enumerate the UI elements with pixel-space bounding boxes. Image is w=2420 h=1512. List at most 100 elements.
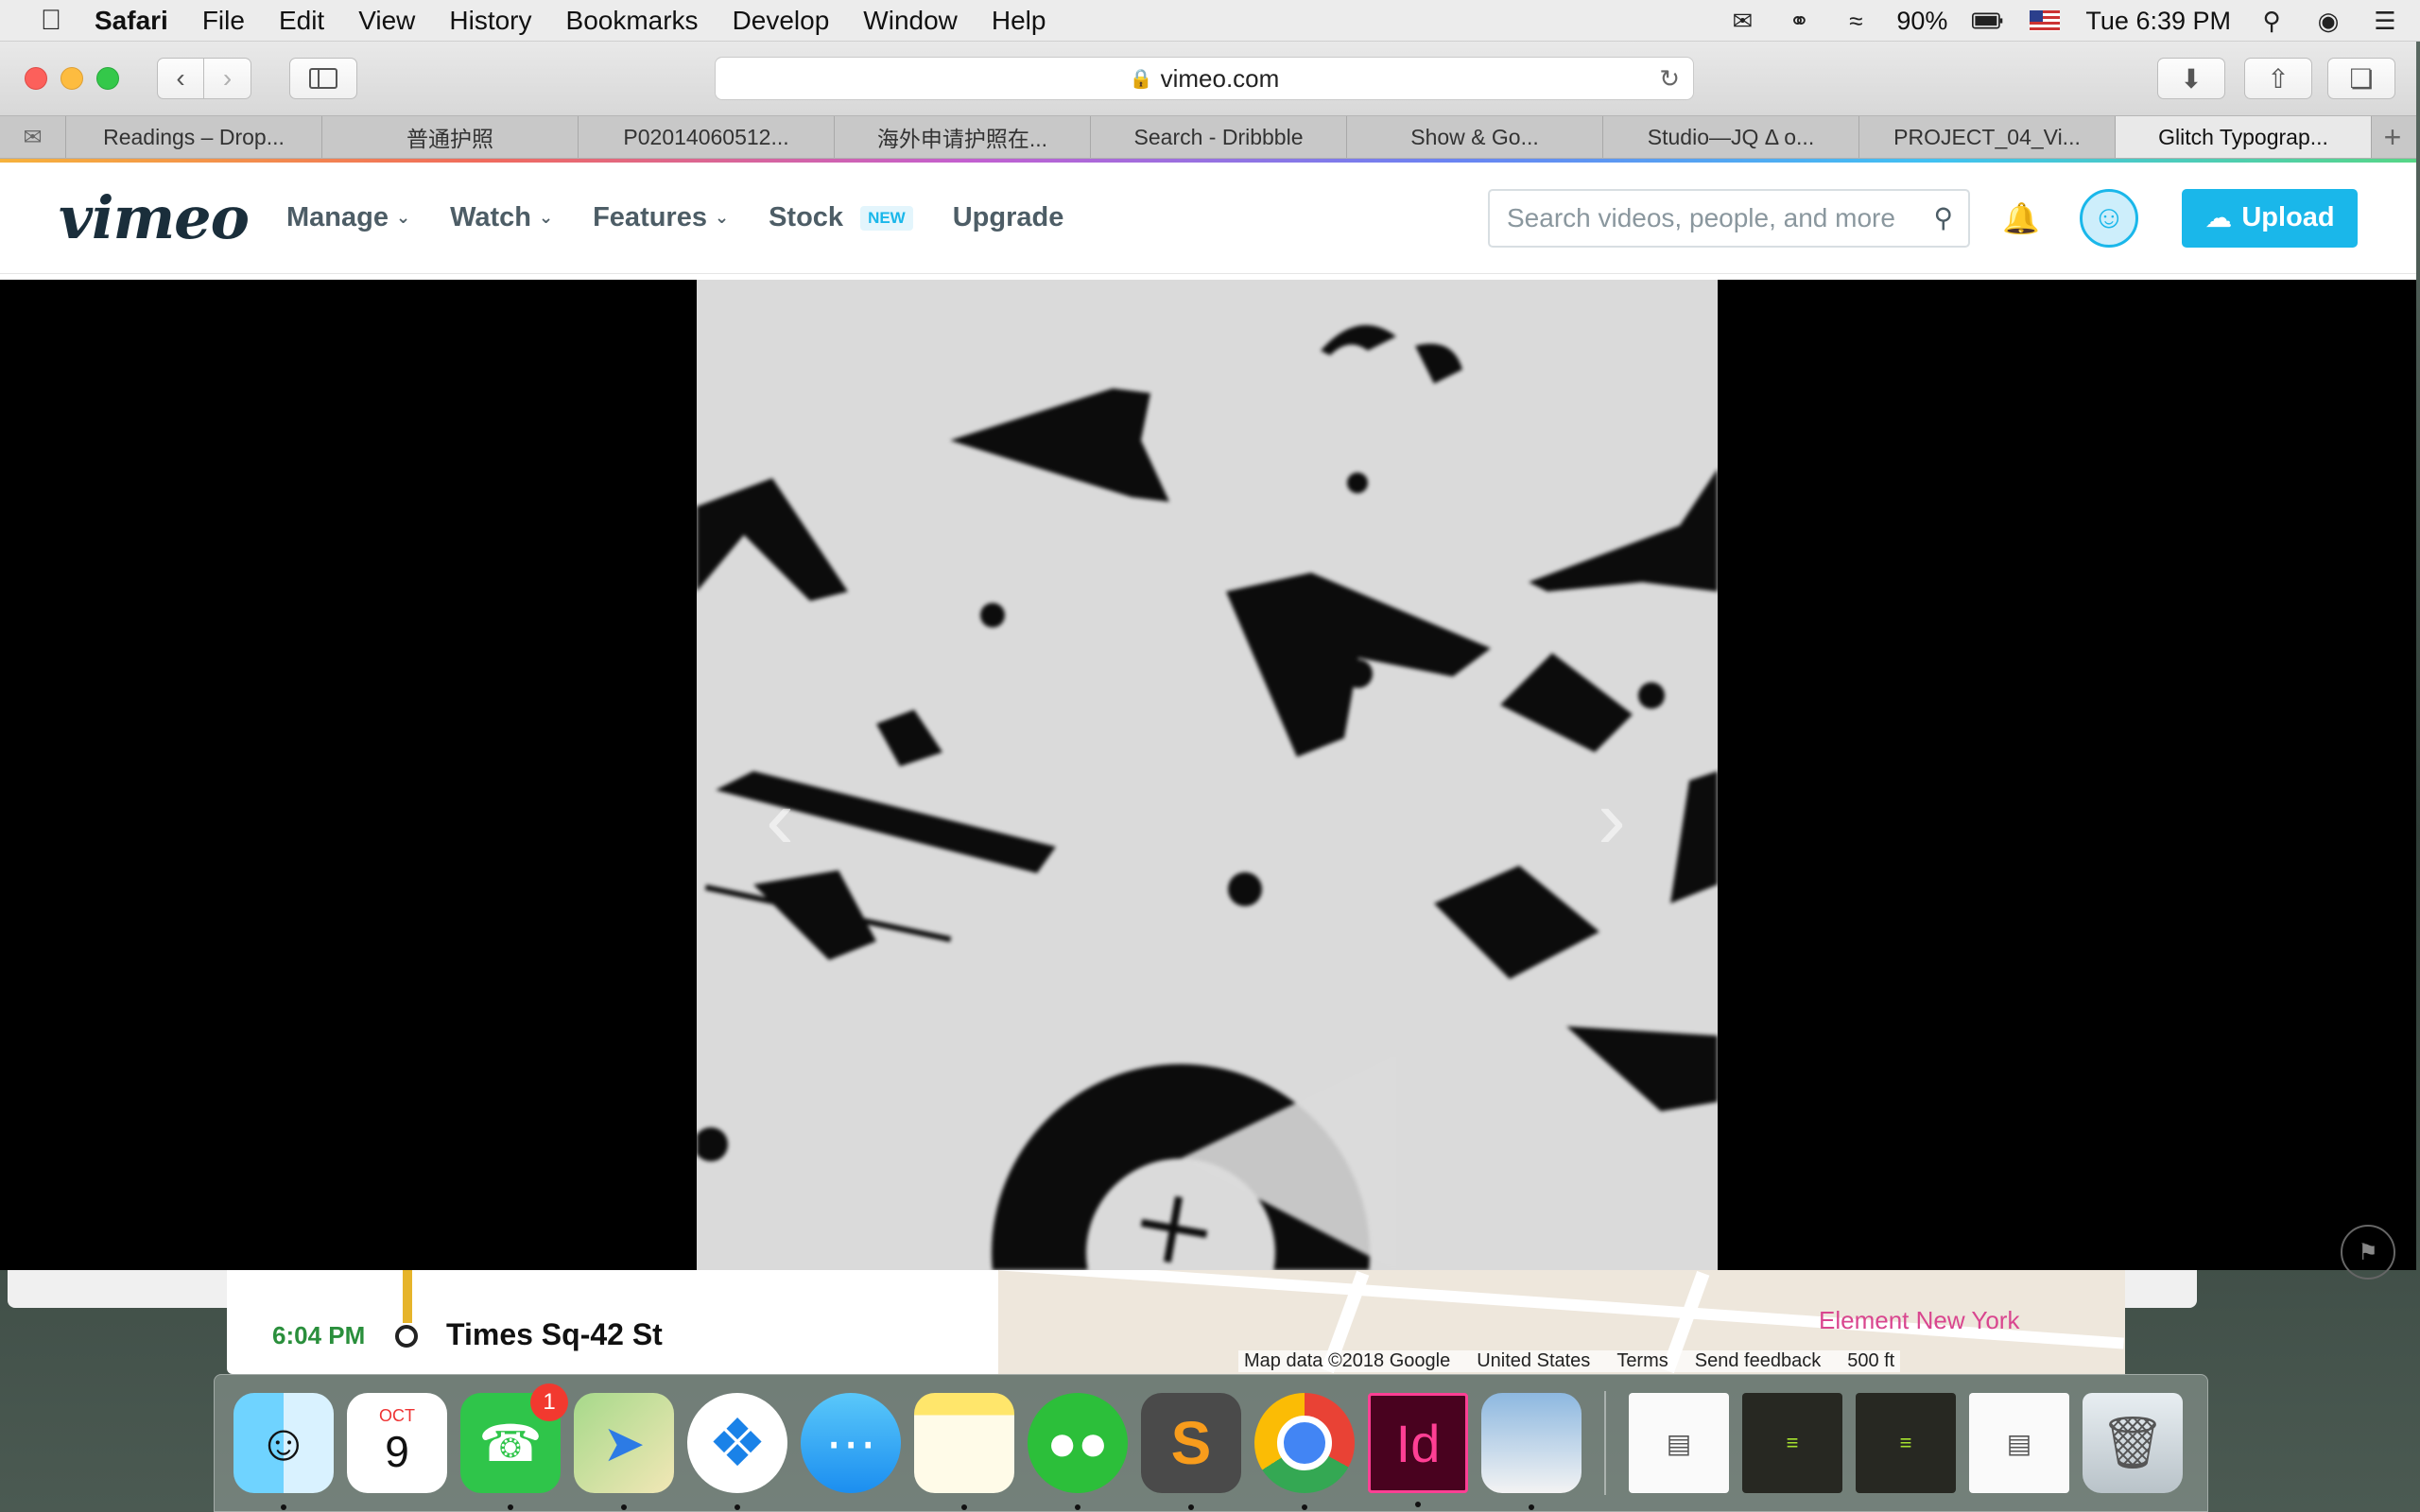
tab-passport[interactable]: 普通护照	[322, 116, 579, 158]
menu-safari[interactable]: Safari	[78, 6, 185, 36]
close-window-button[interactable]	[25, 67, 47, 90]
mail-pinned-icon[interactable]: ✉	[0, 116, 66, 158]
sublime-text-icon[interactable]: S	[1141, 1393, 1241, 1510]
wifi-icon[interactable]: ≈	[1840, 7, 1872, 35]
indesign-icon[interactable]: Id	[1368, 1393, 1468, 1507]
menu-file[interactable]: File	[185, 6, 262, 36]
messages-icon[interactable]: ⋯	[801, 1393, 901, 1493]
nav-watch-label: Watch	[450, 202, 531, 232]
calendar-day: 9	[385, 1426, 409, 1476]
notification-badge: 1	[530, 1383, 568, 1421]
show-tabs-button[interactable]: ❏	[2327, 58, 2395, 99]
tab-readings[interactable]: Readings – Drop...	[66, 116, 322, 158]
notifications-bell-icon[interactable]: 🔔	[2002, 200, 2040, 236]
map-terms-link[interactable]: Terms	[1616, 1350, 1668, 1372]
minimize-window-button[interactable]	[60, 67, 83, 90]
file-thumbnail-icon[interactable]: ▤	[1969, 1393, 2069, 1493]
station-dot-icon	[395, 1325, 418, 1348]
calendar-month: OCT	[379, 1405, 415, 1425]
dock: ☺ OCT 9 ☎ 1 ➤ ❖ ⋯ ●● S Id ▤ ≡ ≡ ▤ 🗑	[214, 1374, 2208, 1512]
code-window-thumbnail-icon[interactable]: ≡	[1742, 1393, 1842, 1493]
menu-clock[interactable]: Tue 6:39 PM	[2085, 7, 2231, 36]
station-name[interactable]: Times Sq-42 St	[446, 1317, 663, 1352]
nav-upgrade[interactable]: Upgrade	[953, 202, 1064, 233]
wechat-status-icon[interactable]: ✉	[1726, 7, 1758, 35]
wechat-icon[interactable]: ●●	[1028, 1393, 1128, 1510]
reload-icon[interactable]: ↻	[1659, 64, 1680, 94]
map-feedback-link[interactable]: Send feedback	[1695, 1350, 1821, 1372]
next-chevron-icon[interactable]: ›	[1598, 771, 1626, 868]
nav-stock[interactable]: Stock NEW	[769, 202, 913, 233]
vimeo-header: vimeo Manage ⌄ Watch ⌄ Features ⌄ Stock NEW …	[0, 163, 2416, 274]
safari-icon[interactable]: ❖	[687, 1393, 787, 1510]
user-avatar[interactable]: ☺	[2080, 188, 2138, 248]
preview-icon[interactable]	[1481, 1393, 1582, 1510]
chrome-icon[interactable]	[1254, 1393, 1355, 1510]
search-input[interactable]	[1507, 202, 1904, 233]
apple-menu-icon[interactable]: 	[25, 5, 78, 37]
notification-center-icon[interactable]: ☰	[2369, 7, 2401, 35]
upload-button[interactable]: ☁ Upload	[2182, 188, 2358, 248]
menu-help[interactable]: Help	[975, 6, 1063, 36]
history-nav: ‹ ›	[157, 58, 251, 99]
finder-icon[interactable]: ☺	[233, 1393, 334, 1510]
trash-icon[interactable]: 🗑	[2083, 1393, 2183, 1493]
nav-manage[interactable]: Manage ⌄	[286, 202, 410, 233]
upload-label: Upload	[2241, 202, 2335, 232]
running-indicator	[735, 1504, 740, 1510]
menu-window[interactable]: Window	[846, 6, 975, 36]
document-thumbnail-icon[interactable]: ▤	[1629, 1393, 1729, 1493]
downloads-button[interactable]: ⬇	[2157, 58, 2225, 99]
report-flag-icon[interactable]: ⚑	[2341, 1225, 2395, 1280]
running-indicator	[1415, 1502, 1421, 1507]
maps-icon[interactable]: ➤	[574, 1393, 674, 1510]
notes-icon[interactable]	[914, 1393, 1014, 1510]
tab-project-04[interactable]: PROJECT_04_Vi...	[1859, 116, 2116, 158]
running-indicator	[281, 1504, 286, 1510]
calendar-icon[interactable]: OCT 9	[347, 1393, 447, 1493]
menu-view[interactable]: View	[341, 6, 432, 36]
battery-percent[interactable]: 90%	[1896, 7, 1947, 36]
nav-manage-label: Manage	[285, 202, 389, 232]
new-tab-button[interactable]: +	[2372, 116, 2413, 158]
code-window-thumbnail-icon[interactable]: ≡	[1856, 1393, 1956, 1493]
menu-edit[interactable]: Edit	[262, 6, 341, 36]
sidebar-toggle-button[interactable]	[289, 58, 357, 99]
indesign-glyph: Id	[1395, 1413, 1441, 1473]
tab-p020[interactable]: P02014060512...	[579, 116, 835, 158]
video-player[interactable]: ‹ ›	[0, 280, 2416, 1270]
forward-button[interactable]: ›	[204, 58, 251, 99]
facetime-icon[interactable]: ☎ 1	[460, 1383, 568, 1510]
menu-develop[interactable]: Develop	[716, 6, 847, 36]
search-icon[interactable]: ⚲	[1933, 202, 1953, 233]
creative-cloud-icon[interactable]: ⚭	[1783, 7, 1815, 35]
menu-bookmarks[interactable]: Bookmarks	[549, 6, 716, 36]
share-button[interactable]: ⇧	[2244, 58, 2312, 99]
battery-icon[interactable]	[1972, 7, 2004, 35]
map-poi-label: Element New York	[1819, 1306, 2020, 1334]
tab-overseas-passport[interactable]: 海外申请护照在...	[835, 116, 1091, 158]
nav-watch[interactable]: Watch ⌄	[450, 202, 553, 233]
new-badge: NEW	[860, 205, 913, 231]
us-flag-icon[interactable]	[2029, 7, 2061, 35]
previous-chevron-icon[interactable]: ‹	[766, 771, 794, 868]
safari-toolbar: ‹ › 🔒 vimeo.com ↻ ⬇ ⇧ ❏	[0, 42, 2416, 115]
vimeo-logo[interactable]: vimeo	[59, 183, 250, 252]
tab-dribbble[interactable]: Search - Dribbble	[1091, 116, 1347, 158]
nav-features[interactable]: Features ⌄	[593, 202, 729, 233]
siri-icon[interactable]: ◉	[2312, 7, 2344, 35]
nav-stock-label: Stock	[769, 202, 844, 232]
tab-studio-jq[interactable]: Studio—JQ Δ o...	[1603, 116, 1859, 158]
map-region[interactable]: United States	[1477, 1350, 1590, 1372]
menu-history[interactable]: History	[432, 6, 548, 36]
tab-glitch-typography[interactable]: Glitch Typograp...	[2116, 116, 2372, 158]
zoom-window-button[interactable]	[96, 67, 119, 90]
running-indicator	[1529, 1504, 1534, 1510]
spotlight-search-icon[interactable]: ⚲	[2256, 7, 2288, 35]
vimeo-search-box: ⚲	[1488, 188, 1970, 248]
video-frame[interactable]	[697, 280, 1718, 1270]
tab-show-and-go[interactable]: Show & Go...	[1347, 116, 1603, 158]
transit-time: 6:04 PM	[272, 1321, 366, 1349]
back-button[interactable]: ‹	[157, 58, 204, 99]
address-bar[interactable]: 🔒 vimeo.com ↻	[715, 57, 1694, 100]
